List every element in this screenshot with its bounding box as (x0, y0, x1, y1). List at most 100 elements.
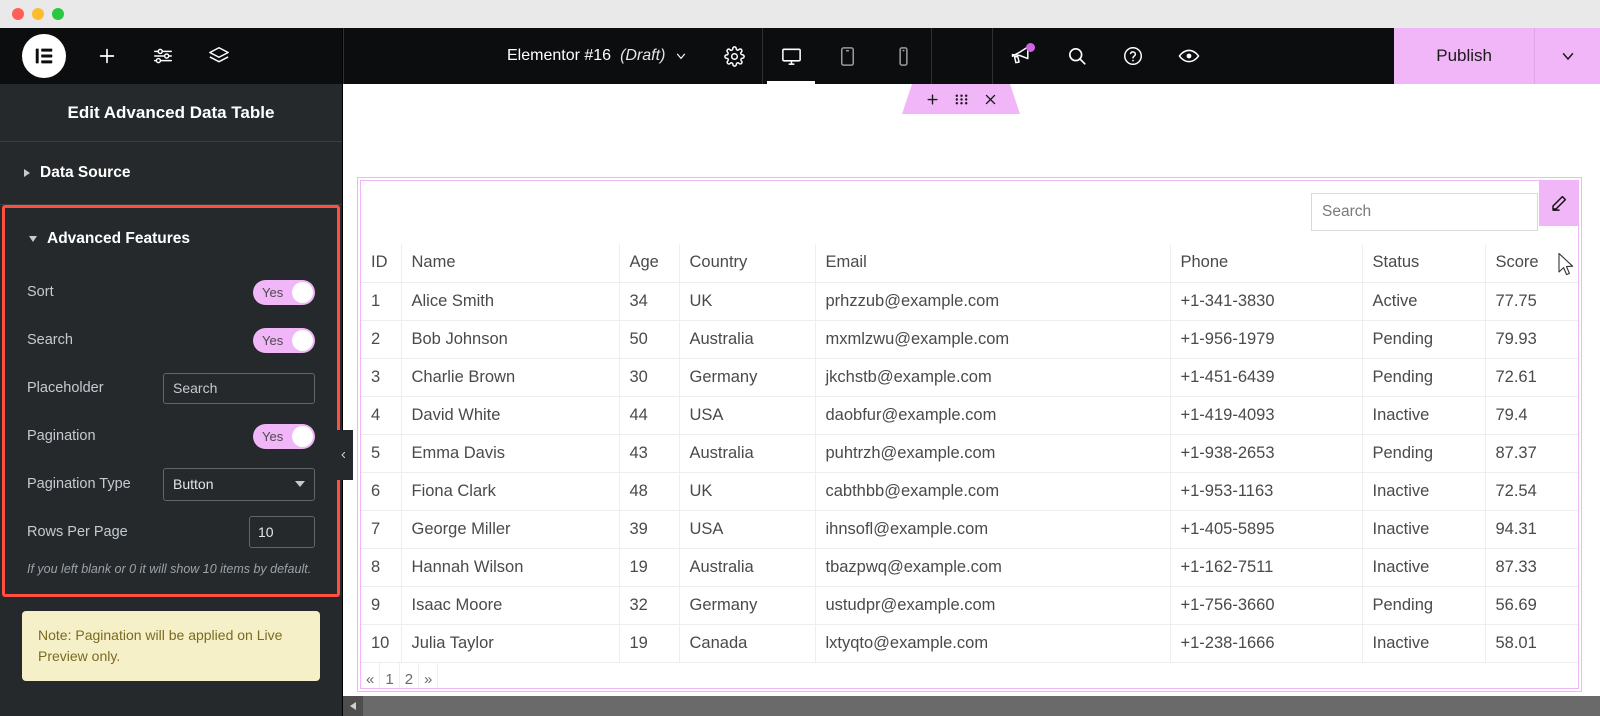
window-minimize-button[interactable] (32, 8, 44, 20)
canvas-body: Search ID Name Age Country Email Phone S… (333, 84, 1600, 716)
cell-id: 5 (361, 434, 402, 473)
edit-widget-button[interactable] (1539, 181, 1578, 226)
cell-id: 2 (361, 320, 402, 359)
column-header-age[interactable]: Age (619, 244, 680, 283)
question-circle-icon (1124, 47, 1143, 65)
publish-button[interactable]: Publish (1394, 28, 1534, 84)
table-row: 10 Julia Taylor 19 Canada lxtyqto@exampl… (361, 624, 1578, 663)
finder-button[interactable] (1049, 28, 1105, 84)
pagination-page-1[interactable]: 1 (380, 662, 400, 688)
table-toolbar: Search (361, 181, 1578, 244)
cell-email: cabthbb@example.com (815, 472, 1171, 511)
cell-status: Pending (1362, 320, 1486, 359)
window-close-button[interactable] (12, 8, 24, 20)
drag-dots-icon (955, 94, 967, 104)
whats-new-badge (1026, 43, 1036, 52)
cell-country: USA (679, 396, 816, 435)
column-header-phone[interactable]: Phone (1170, 244, 1363, 283)
preview-changes-button[interactable] (1161, 28, 1217, 84)
advanced-data-table-widget[interactable]: Search ID Name Age Country Email Phone S… (360, 180, 1579, 689)
device-mode-tablet[interactable] (819, 28, 875, 84)
widget-drag-handle[interactable] (954, 92, 969, 107)
canvas-horizontal-scrollbar[interactable] (343, 696, 1600, 716)
publish-options-button[interactable] (1534, 28, 1600, 84)
cell-status: Active (1362, 282, 1486, 321)
window-maximize-button[interactable] (52, 8, 64, 20)
editor-panel: Edit Advanced Data Table Data Source Adv… (0, 28, 343, 716)
column-header-status[interactable]: Status (1362, 244, 1486, 283)
section-data-source[interactable]: Data Source (0, 142, 342, 205)
cell-email: ihnsofl@example.com (815, 510, 1171, 549)
document-title-menu[interactable]: Elementor #16 (Draft) (489, 47, 706, 65)
cell-country: Australia (679, 434, 816, 473)
elementor-logo-icon[interactable] (22, 34, 66, 78)
scroll-left-arrow-icon[interactable] (343, 696, 363, 716)
placeholder-label: Placeholder (27, 380, 104, 396)
cell-country: Germany (679, 586, 816, 625)
device-mode-mobile[interactable] (875, 28, 931, 84)
preview-canvas: Elementor #16 (Draft) Publish Search ID … (333, 28, 1600, 716)
chevron-down-icon (29, 236, 37, 242)
cell-name: Charlie Brown (401, 358, 620, 397)
column-header-country[interactable]: Country (679, 244, 816, 283)
pagination-type-select[interactable]: Button (163, 467, 315, 501)
monitor-icon (781, 48, 801, 65)
layers-icon[interactable] (204, 41, 234, 71)
widget-add-button[interactable] (925, 92, 940, 107)
pagination-note: Note: Pagination will be applied on Live… (22, 611, 320, 682)
pagination-last[interactable]: » (419, 662, 439, 688)
search-toggle-knob (292, 329, 313, 351)
cell-phone: +1-451-6439 (1170, 358, 1363, 397)
toolbar-divider (343, 28, 344, 84)
column-header-email[interactable]: Email (815, 244, 1171, 283)
cell-age: 19 (619, 548, 680, 587)
close-x-icon (985, 94, 995, 104)
document-settings-button[interactable] (706, 28, 762, 84)
pagination-toggle[interactable]: Yes (253, 423, 315, 449)
cell-email: mxmlzwu@example.com (815, 320, 1171, 359)
cell-id: 1 (361, 282, 402, 321)
panel-collapse-toggle[interactable] (333, 430, 353, 480)
sort-label: Sort (27, 284, 54, 300)
placeholder-input-wrap (163, 372, 315, 404)
cell-email: tbazpwq@example.com (815, 548, 1171, 587)
control-sort: Sort Yes (27, 270, 315, 314)
settings-sliders-icon[interactable] (148, 41, 178, 71)
table-search-input[interactable]: Search (1311, 193, 1538, 231)
table-row: 4 David White 44 USA daobfur@example.com… (361, 396, 1578, 435)
column-header-id[interactable]: ID (361, 244, 402, 283)
elementor-editor-window: Edit Advanced Data Table Data Source Adv… (0, 0, 1600, 716)
document-title: Elementor #16 (507, 47, 612, 64)
cell-id: 9 (361, 586, 402, 625)
cell-id: 4 (361, 396, 402, 435)
cell-country: UK (679, 472, 816, 511)
column-header-name[interactable]: Name (401, 244, 620, 283)
rows-per-page-input[interactable] (258, 524, 306, 540)
cell-age: 50 (619, 320, 680, 359)
cell-country: Australia (679, 320, 816, 359)
section-data-source-header[interactable]: Data Source (0, 142, 342, 204)
device-mode-desktop[interactable] (763, 28, 819, 84)
placeholder-input[interactable] (164, 373, 314, 403)
section-advanced-features-header[interactable]: Advanced Features (5, 208, 337, 270)
add-element-icon[interactable] (92, 41, 122, 71)
section-advanced-features: Advanced Features Sort Yes Search Yes Pl… (2, 205, 340, 598)
chevron-right-icon (24, 169, 30, 177)
help-button[interactable] (1105, 28, 1161, 84)
widget-close-button[interactable] (983, 92, 998, 107)
macos-title-bar (0, 0, 1600, 28)
search-toggle[interactable]: Yes (253, 327, 315, 353)
control-pagination-type: Pagination Type Button (27, 462, 315, 506)
control-search: Search Yes (27, 318, 315, 362)
pagination-first[interactable]: « (361, 662, 381, 688)
cell-country: Canada (679, 624, 816, 663)
sort-toggle[interactable]: Yes (253, 279, 315, 305)
panel-title: Edit Advanced Data Table (0, 84, 342, 142)
pagination-page-2[interactable]: 2 (400, 662, 420, 688)
toolbar-divider (931, 28, 933, 84)
sort-toggle-value: Yes (262, 284, 284, 300)
whats-new-button[interactable] (993, 28, 1049, 84)
column-header-score[interactable]: Score (1485, 244, 1578, 283)
advanced-data-table: ID Name Age Country Email Phone Status S… (361, 244, 1578, 663)
control-rows-per-page: Rows Per Page (27, 510, 315, 554)
